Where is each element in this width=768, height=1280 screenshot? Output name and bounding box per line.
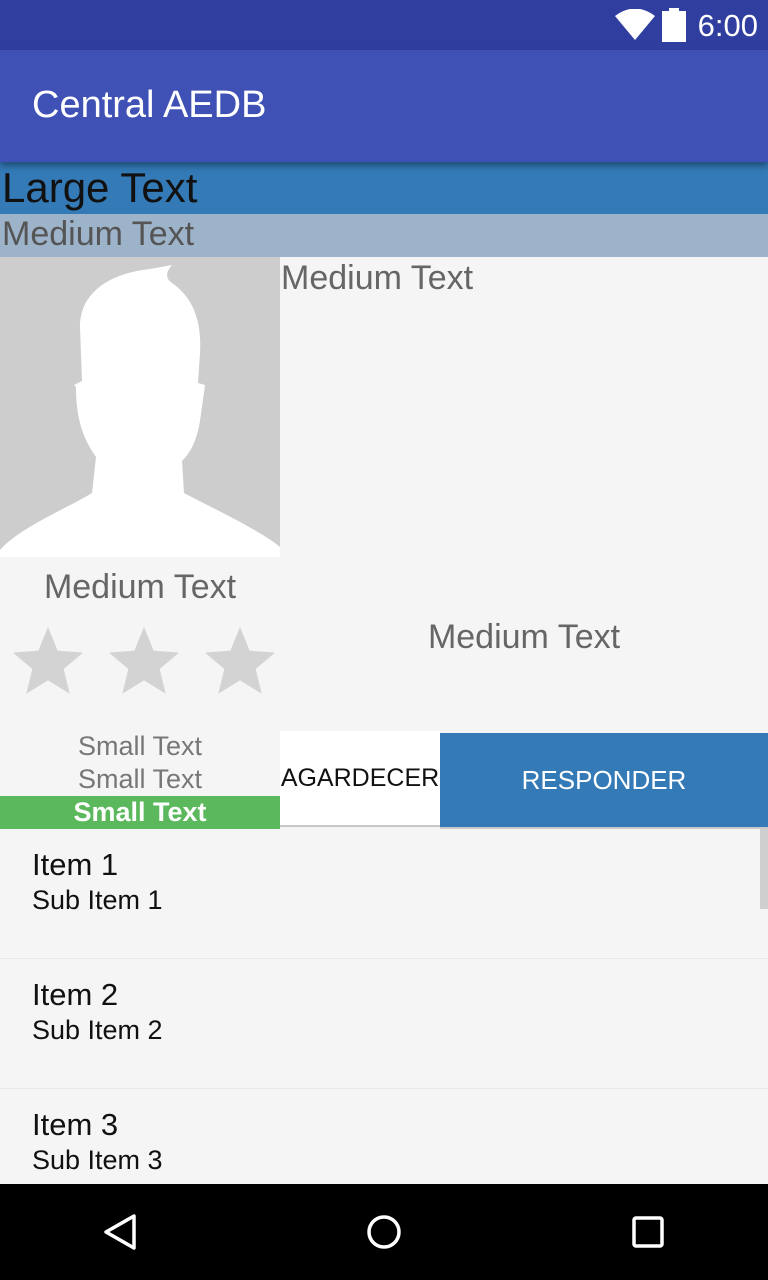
- thank-button[interactable]: AGARDECER: [280, 731, 440, 827]
- list-item-title: Item 1: [32, 847, 119, 882]
- back-icon[interactable]: [96, 1208, 144, 1256]
- small-text-3: Small Text: [73, 797, 207, 827]
- list-item[interactable]: Item 2 Sub Item 2: [0, 959, 768, 1089]
- status-bar: 6:00: [0, 0, 768, 50]
- item-list[interactable]: Item 1 Sub Item 1 Item 2 Sub Item 2 Item…: [0, 829, 768, 1184]
- large-text-banner: Large Text: [0, 162, 768, 214]
- list-item-subtitle: Sub Item 1: [32, 885, 163, 915]
- list-item-subtitle: Sub Item 2: [32, 1015, 163, 1045]
- right-medium-text-top: Medium Text: [281, 259, 474, 297]
- app-bar: Central AEDB: [0, 50, 768, 162]
- list-item[interactable]: Item 3 Sub Item 3: [0, 1089, 768, 1184]
- reply-button[interactable]: RESPONDER: [440, 733, 768, 829]
- list-scrollbar[interactable]: [760, 829, 768, 909]
- medium-text: Medium Text: [2, 215, 195, 253]
- avatar: [0, 257, 280, 557]
- battery-icon: [662, 8, 686, 42]
- app-title: Central AEDB: [32, 84, 267, 126]
- home-icon[interactable]: [360, 1208, 408, 1256]
- star-icon[interactable]: [200, 622, 280, 702]
- medium-text-banner: Medium Text: [0, 214, 768, 257]
- star-icon[interactable]: [8, 622, 88, 702]
- rating-bar[interactable]: [8, 622, 288, 704]
- person-silhouette-icon: [0, 265, 280, 557]
- status-time: 6:00: [697, 8, 758, 43]
- navigation-bar: [0, 1184, 768, 1280]
- small-text-1: Small Text: [77, 731, 203, 761]
- wifi-icon: [615, 9, 655, 40]
- recents-icon[interactable]: [624, 1208, 672, 1256]
- large-text: Large Text: [2, 164, 198, 211]
- list-item-title: Item 2: [32, 977, 119, 1012]
- list-item-title: Item 3: [32, 1107, 119, 1142]
- profile-name-text: Medium Text: [43, 568, 237, 606]
- list-item-subtitle: Sub Item 3: [32, 1145, 163, 1175]
- list-item[interactable]: Item 1 Sub Item 1: [0, 829, 768, 959]
- small-text-2: Small Text: [77, 764, 203, 794]
- star-icon[interactable]: [104, 622, 184, 702]
- right-medium-text-middle: Medium Text: [427, 618, 621, 656]
